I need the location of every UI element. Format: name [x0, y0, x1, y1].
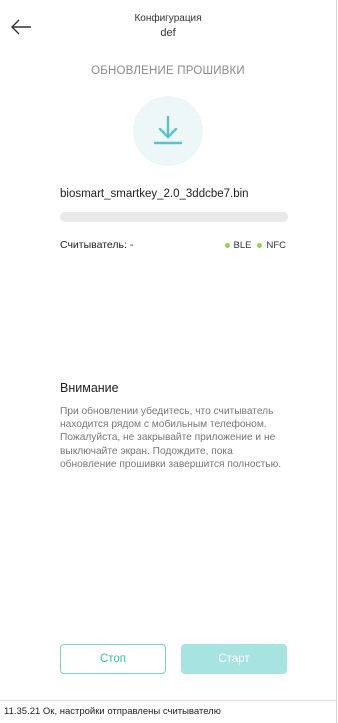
ble-label: BLE: [233, 240, 252, 251]
app-screen: Конфигурация def ОБНОВЛЕНИЕ ПРОШИВКИ bio…: [0, 0, 337, 723]
nfc-status-dot-icon: [257, 243, 263, 248]
config-name: def: [160, 27, 176, 39]
page-title: Конфигурация: [134, 13, 202, 24]
firmware-progress-bar: [60, 212, 288, 222]
warning-heading: Внимание: [60, 381, 119, 395]
firmware-filename: biosmart_smartkey_2.0_3ddcbe7.bin: [60, 188, 249, 200]
start-button[interactable]: Старт: [181, 644, 287, 674]
download-icon-badge: [133, 96, 203, 166]
protocol-indicators: BLE NFC: [224, 240, 286, 251]
section-heading: ОБНОВЛЕНИЕ ПРОШИВКИ: [91, 65, 245, 77]
reader-status: Считыватель: -: [60, 239, 134, 251]
ble-status-dot-icon: [224, 243, 230, 248]
warning-text: При обновлении убедитесь, что считывател…: [60, 406, 282, 470]
status-message: 11.35.21 Ок, настройки отправлены считыв…: [0, 700, 336, 723]
download-icon: [153, 115, 183, 145]
nfc-label: NFC: [266, 240, 286, 251]
stop-button[interactable]: Стоп: [60, 644, 166, 674]
